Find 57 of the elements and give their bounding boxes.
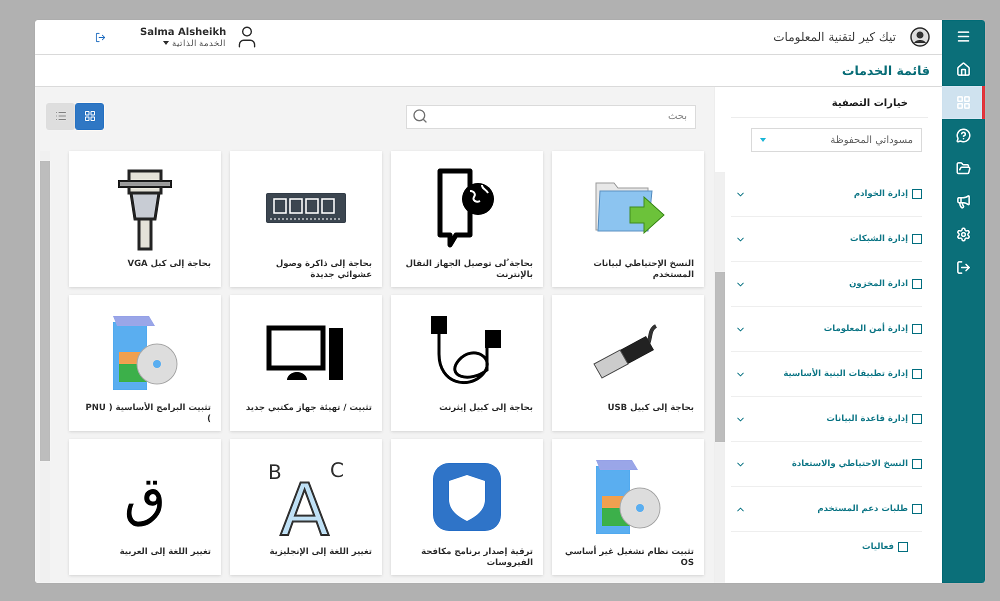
service-card[interactable]: ق تغيير اللغة إلى العربية [69, 439, 221, 575]
service-title: تغيير اللغة إلى العربية [118, 547, 211, 559]
search-field[interactable]: بحث [406, 104, 696, 128]
logout-icon[interactable] [95, 32, 106, 42]
shield-icon [431, 461, 503, 533]
search-icon [412, 108, 428, 124]
category-checkbox[interactable]: طلبات دعم المستخدم [817, 504, 922, 514]
category-checkbox[interactable]: إدارة الخوادم [854, 189, 922, 199]
subcategory-checkbox[interactable]: فعاليات [862, 542, 908, 552]
scrollbar[interactable] [715, 172, 725, 583]
help-icon [956, 128, 971, 143]
service-title: بحاجة إلى كبيل إيثرنت [438, 403, 533, 415]
service-card[interactable]: بحاجة إلى كبيل USB [552, 295, 704, 431]
grid-button[interactable] [942, 86, 985, 119]
page-title: قائمة الخدمات [842, 63, 930, 78]
drafts-dropdown[interactable]: مسوداتي المحفوظة [751, 128, 922, 152]
service-title: بحاجة ُلى توصيل الجهاز النقال بالإنترنت [404, 259, 533, 282]
grid-icon [84, 110, 96, 122]
service-title: بحاجة إلى كبل VGA [126, 259, 211, 271]
service-title: تثبيت / تهيئة جهاز مكتبي جديد [244, 403, 372, 415]
service-card[interactable]: بحاجة إلى ذاكرة وصول عشوائي جديدة [230, 151, 382, 287]
menu-icon [956, 29, 971, 44]
service-title: ترقية إصدار برنامج مكافحة الفيروسات [420, 547, 533, 570]
category-checkbox[interactable]: ادارة المخزون [849, 279, 922, 289]
role-dropdown[interactable]: الخدمة الذاتية [162, 38, 226, 48]
category-checkbox[interactable]: إدارة تطبيقات البنية الأساسية [783, 369, 922, 379]
service-card[interactable]: النسخ الإحتياطي لبيانات المستخدم [552, 151, 704, 287]
service-card[interactable]: بحاجة ُلى توصيل الجهاز النقال بالإنترنت [391, 151, 543, 287]
category-checkbox[interactable]: إدارة أمن المعلومات [824, 324, 922, 334]
service-title: تثبيت نظام تشغيل غير أساسي OS [564, 547, 694, 570]
service-title: تغيير اللغة إلى الإنجليزية [268, 547, 372, 559]
user-name: Salma Alsheikh [140, 26, 226, 38]
category-checkbox[interactable]: إدارة الشبكات [850, 234, 922, 244]
service-title: تثبيت البرامج الأساسية ( PNU ) [84, 403, 211, 426]
service-title: بحاجة إلى كبيل USB [606, 403, 694, 415]
service-card[interactable]: تثبيت البرامج الأساسية ( PNU ) [69, 295, 221, 431]
service-card[interactable]: تثبيت نظام تشغيل غير أساسي OS [552, 439, 704, 575]
megaphone-icon [956, 194, 971, 209]
grid-view-button[interactable] [75, 102, 104, 130]
folder-icon [956, 161, 971, 176]
service-card[interactable]: تثبيت / تهيئة جهاز مكتبي جديد [230, 295, 382, 431]
logout-icon [956, 260, 971, 275]
list-view-button[interactable] [46, 102, 75, 130]
service-card[interactable]: بحاجة إلى كبل VGA [69, 151, 221, 287]
home-icon [956, 62, 971, 77]
category-checkbox[interactable]: إدارة قاعدة البيانات [826, 414, 922, 424]
vga-connector-icon [115, 167, 175, 251]
category-checkbox[interactable]: النسخ الاحتياطي والاستعادة [792, 459, 922, 469]
service-title: النسخ الإحتياطي لبيانات المستخدم [592, 259, 694, 282]
service-card[interactable]: بحاجة إلى كبيل إيثرنت [391, 295, 543, 431]
service-card[interactable]: ترقية إصدار برنامج مكافحة الفيروسات [391, 439, 543, 575]
service-title: بحاجة إلى ذاكرة وصول عشوائي جديدة [274, 259, 372, 282]
logo-icon [910, 27, 930, 47]
grid-icon [956, 95, 971, 110]
settings-icon [956, 227, 971, 242]
filter-title: خيارات التصفية [731, 95, 928, 118]
organization-name: تيك كير لتقنية المعلومات [773, 30, 896, 44]
